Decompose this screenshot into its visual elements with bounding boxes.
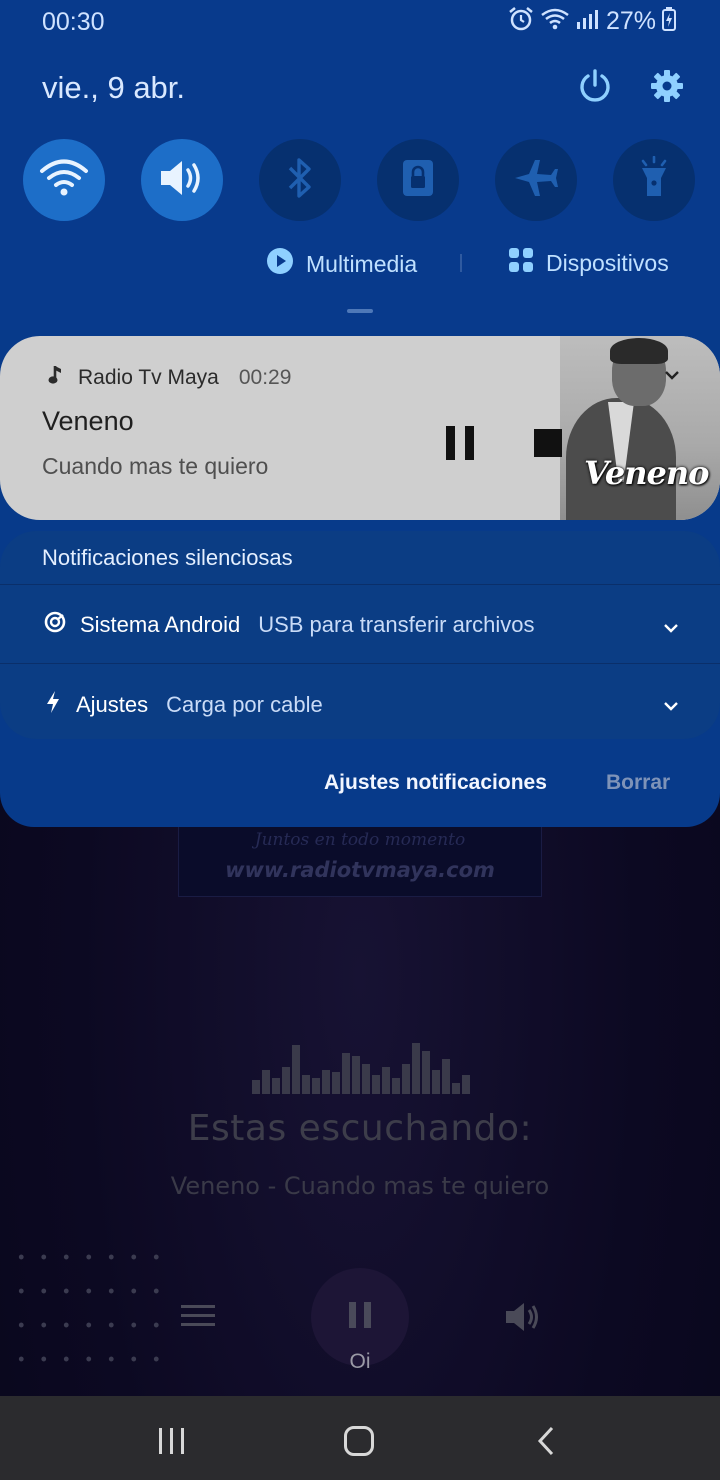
equalizer-bar [332,1072,340,1094]
battery-percent: 27% [605,6,656,35]
power-icon[interactable] [577,68,613,109]
devices-label: Dispositivos [546,249,669,276]
divider [0,584,720,585]
devices-grid-icon [508,247,534,279]
volume-icon [157,157,207,204]
wifi-status-icon [540,7,570,36]
lock-icon [400,158,436,203]
bluetooth-icon [285,156,315,205]
notification-message: USB para transferir archivos [258,612,535,637]
equalizer-bar [422,1051,430,1094]
equalizer-bar [362,1064,370,1094]
clear-button[interactable]: Borrar [606,771,670,795]
media-track-artist: Cuando mas te quiero [42,453,269,479]
equalizer-bar [342,1053,350,1094]
media-notification-time: 00:29 [238,366,292,389]
now-playing-label: Estas escuchando: [187,1108,533,1149]
flashlight-tile[interactable] [613,139,695,221]
equalizer-bar [382,1067,390,1094]
chevron-down-icon[interactable] [663,621,679,639]
multimedia-button[interactable]: Multimedia [266,247,417,281]
bluetooth-tile[interactable] [259,139,341,221]
back-icon[interactable] [536,1426,556,1461]
dot-pattern-decoration [10,1240,160,1382]
media-devices-divider [460,254,462,272]
equalizer-bar [322,1070,330,1094]
panel-drag-handle[interactable] [347,309,373,313]
app-play-label: Oi [349,1350,371,1373]
equalizer-bar [312,1078,320,1094]
equalizer-bar [432,1070,440,1094]
album-art-title: Veneno [584,454,709,492]
equalizer-bar [302,1075,310,1094]
status-icons: 27% [508,6,676,36]
equalizer-bar [372,1075,380,1094]
signal-icon [576,8,598,35]
rotation-lock-tile[interactable] [377,139,459,221]
equalizer-bar [392,1078,400,1094]
notification-message: Carga por cable [166,692,323,717]
status-time: 00:30 [42,8,105,36]
media-stop-button[interactable] [534,429,562,457]
app-volume-icon[interactable] [502,1299,540,1340]
quick-panel-date: vie., 9 abr. [42,70,186,105]
album-art: Veneno [560,336,720,520]
equalizer-visualizer [252,1040,472,1094]
equalizer-bar [412,1043,420,1094]
notification-app-name: Ajustes [76,692,149,717]
sound-tile[interactable] [141,139,223,221]
media-track-title: Veneno [42,406,134,436]
music-note-icon [48,364,64,392]
equalizer-bar [252,1080,260,1094]
notification-app-name: Sistema Android [80,612,241,637]
multimedia-label: Multimedia [306,250,418,277]
airplane-icon [513,158,559,203]
equalizer-bar [442,1059,450,1094]
wifi-icon [39,158,89,203]
notification-settings-button[interactable]: Ajustes notificaciones [324,771,547,795]
media-app-row: Radio Tv Maya 00:29 [48,364,291,392]
equalizer-bar [292,1045,300,1094]
flashlight-icon [637,155,671,205]
chevron-down-icon[interactable] [664,368,680,386]
banner-url: www.radiotvmaya.com [225,858,495,882]
chevron-down-icon[interactable] [663,699,679,717]
notification-item-android-system[interactable]: Sistema Android USB para transferir arch… [44,611,535,639]
now-playing-track: Veneno - Cuando mas te quiero [170,1172,550,1200]
equalizer-bar [462,1075,470,1094]
recents-icon[interactable] [157,1428,187,1454]
battery-charging-icon [662,6,676,36]
media-pause-button[interactable] [446,426,474,460]
devices-button[interactable]: Dispositivos [508,247,669,279]
home-icon[interactable] [344,1426,374,1456]
equalizer-bar [402,1064,410,1094]
equalizer-bar [262,1070,270,1094]
airplane-mode-tile[interactable] [495,139,577,221]
divider [0,663,720,664]
banner-tagline: Juntos en todo momento [254,830,466,850]
silent-notifications-header: Notificaciones silenciosas [42,545,293,570]
wifi-tile[interactable] [23,139,105,221]
charging-bolt-icon [44,690,62,720]
equalizer-bar [452,1083,460,1094]
android-system-icon [44,611,66,639]
equalizer-bar [352,1056,360,1094]
equalizer-bar [272,1078,280,1094]
alarm-icon [508,6,534,37]
app-menu-icon[interactable] [181,1305,215,1329]
notification-item-ajustes[interactable]: Ajustes Carga por cable [44,690,323,720]
play-circle-icon [266,247,294,281]
gear-icon[interactable] [650,69,684,108]
quick-panel: 00:30 27% vie., 9 abr. Multimedia Dispos… [0,0,720,330]
media-app-name: Radio Tv Maya [78,366,219,389]
equalizer-bar [282,1067,290,1094]
